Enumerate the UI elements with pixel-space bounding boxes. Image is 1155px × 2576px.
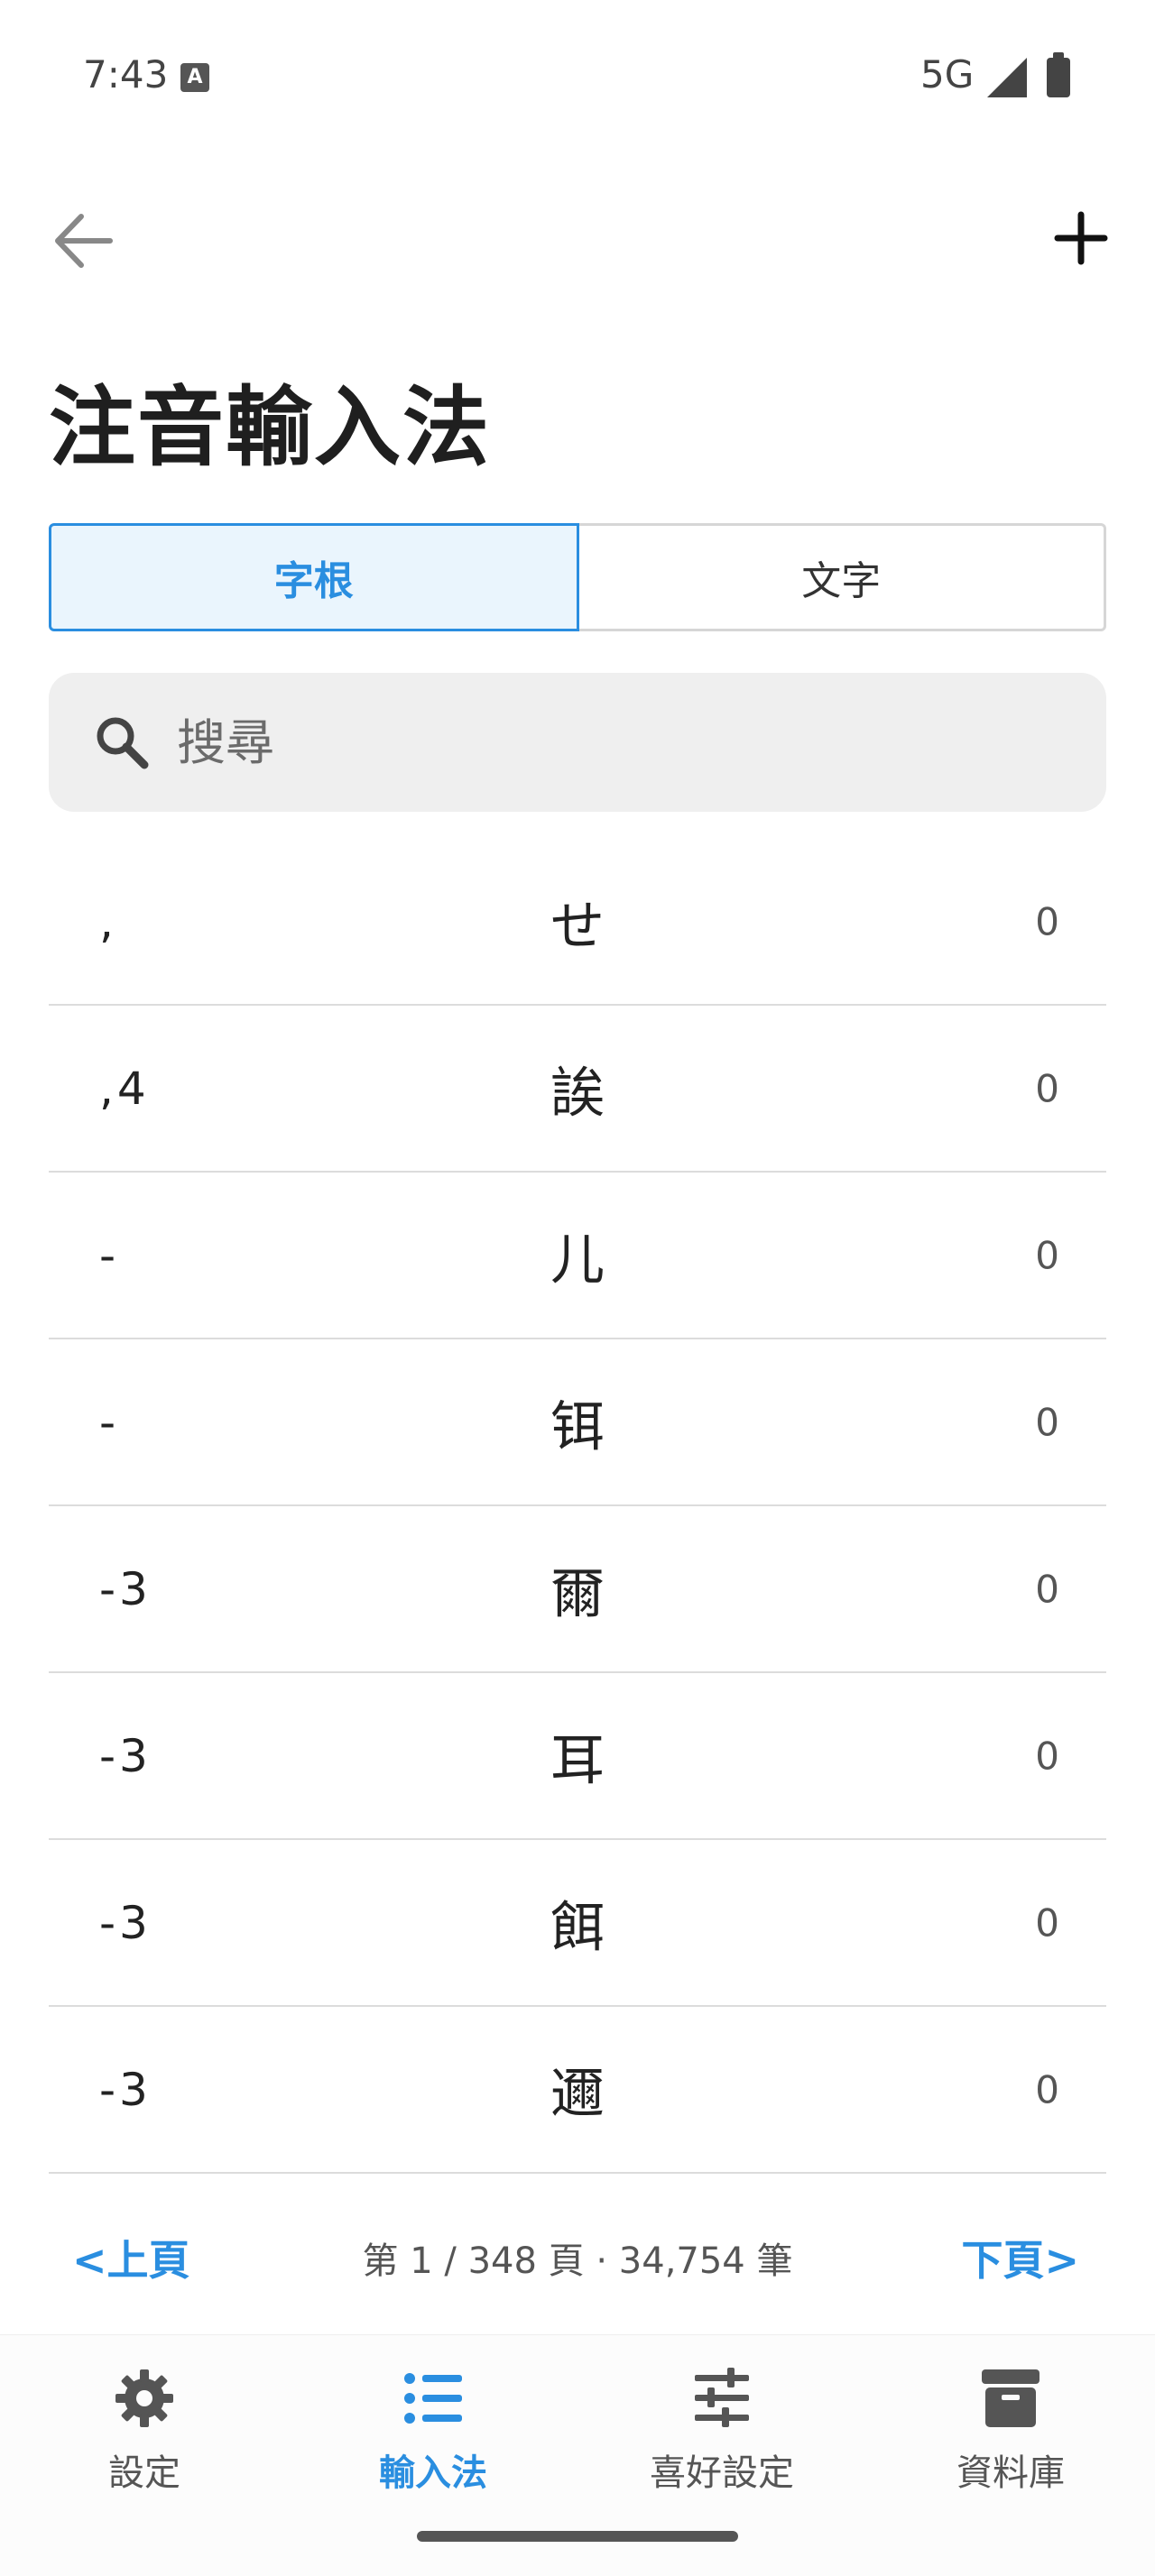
entry-count: 0 [1035, 1066, 1059, 1110]
entry-count: 0 [1035, 1567, 1059, 1611]
entry-count: 0 [1035, 1400, 1059, 1444]
search-bar[interactable] [49, 673, 1106, 812]
list-item[interactable]: -3 邇 0 [49, 2007, 1106, 2174]
nav-item-database[interactable]: 資料庫 [866, 2335, 1155, 2576]
next-page-button[interactable]: 下頁> [961, 2228, 1079, 2287]
nav-label: 設定 [108, 2452, 180, 2494]
list-item[interactable]: - 儿 0 [49, 1173, 1106, 1339]
list-item[interactable]: -3 餌 0 [49, 1840, 1106, 2007]
search-input[interactable] [177, 713, 989, 771]
entry-count: 0 [1035, 1900, 1059, 1945]
entry-list: , せ 0 ,4 誒 0 - 儿 0 - 铒 0 -3 爾 0 -3 耳 0 -… [49, 839, 1106, 2174]
archive-icon [982, 2369, 1040, 2427]
list-item[interactable]: -3 耳 0 [49, 1673, 1106, 1840]
status-time: 7:43 [83, 52, 169, 97]
entry-code: -3 [99, 2063, 152, 2116]
network-type: 5G [920, 52, 975, 97]
prev-page-button[interactable]: <上頁 [72, 2228, 190, 2287]
search-icon [97, 717, 149, 769]
entry-character: 誒 [550, 1062, 605, 1125]
list-item[interactable]: -3 爾 0 [49, 1506, 1106, 1673]
nav-label: 輸入法 [379, 2452, 487, 2494]
entry-character: 儿 [550, 1228, 605, 1292]
entry-code: , [99, 895, 117, 948]
entry-character: せ [550, 895, 605, 958]
list-item[interactable]: ,4 誒 0 [49, 1006, 1106, 1173]
keyboard-notification-icon: A [180, 63, 209, 92]
entry-count: 0 [1035, 899, 1059, 943]
home-indicator[interactable] [417, 2531, 738, 2542]
entry-count: 0 [1035, 1233, 1059, 1277]
entry-character: 餌 [550, 1896, 605, 1959]
entry-character: 铒 [550, 1395, 605, 1458]
entry-code: -3 [99, 1896, 152, 1949]
page-title: 注音輸入法 [49, 377, 491, 478]
list-item[interactable]: , せ 0 [49, 839, 1106, 1006]
arrow-left-icon [55, 214, 113, 268]
tab-radicals[interactable]: 字根 [49, 523, 579, 631]
plus-icon [1054, 211, 1108, 265]
entry-code: -3 [99, 1729, 152, 1782]
list-item[interactable]: - 铒 0 [49, 1339, 1106, 1506]
pagination: 第 1 / 348 頁 · 34,754 筆 <上頁 下頁> [0, 2228, 1155, 2300]
nav-label: 資料庫 [956, 2452, 1065, 2494]
gear-icon [116, 2369, 173, 2427]
add-button[interactable] [1047, 204, 1115, 272]
list-icon [404, 2373, 462, 2424]
entry-character: 邇 [550, 2063, 605, 2126]
status-bar: 7:43 A 5G [0, 0, 1155, 153]
entry-character: 爾 [550, 1562, 605, 1625]
nav-label: 喜好設定 [650, 2452, 794, 2494]
entry-code: ,4 [99, 1062, 150, 1115]
signal-icon [987, 58, 1027, 97]
entry-count: 0 [1035, 2067, 1059, 2111]
sliders-icon [695, 2368, 749, 2427]
tab-segmented-control: 字根 文字 [49, 523, 1106, 631]
battery-icon [1047, 52, 1070, 97]
entry-character: 耳 [550, 1729, 605, 1792]
tab-characters[interactable]: 文字 [578, 523, 1106, 631]
entry-code: - [99, 1395, 120, 1449]
entry-code: -3 [99, 1562, 152, 1615]
back-button[interactable] [51, 209, 119, 272]
nav-item-settings[interactable]: 設定 [0, 2335, 289, 2576]
entry-count: 0 [1035, 1734, 1059, 1778]
entry-code: - [99, 1228, 120, 1282]
